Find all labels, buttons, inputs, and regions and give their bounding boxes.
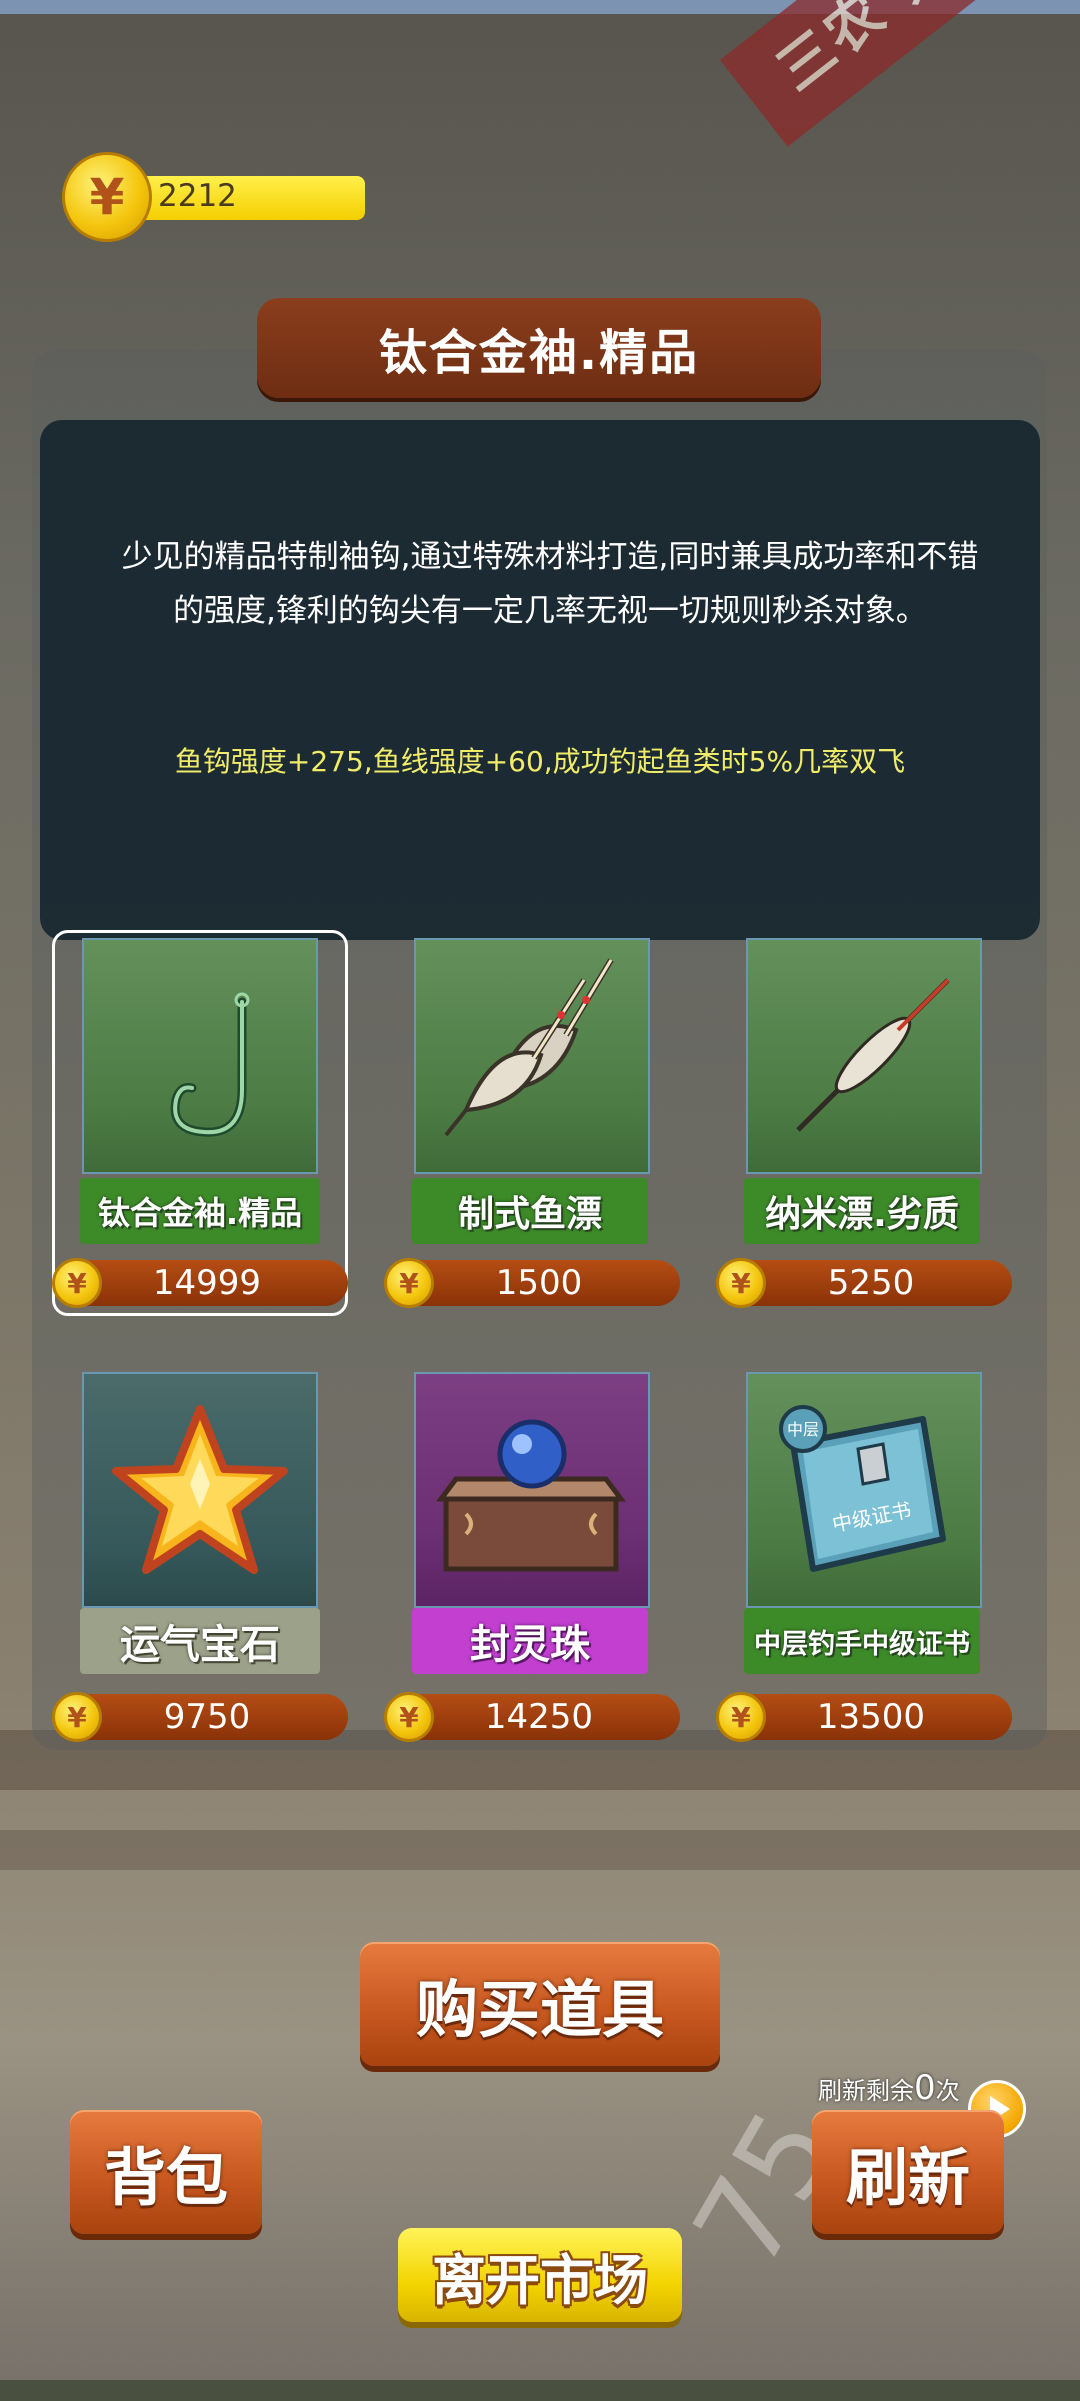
item-price: 14999: [66, 1260, 348, 1306]
nano-float-icon: [796, 978, 950, 1132]
shop-item-card[interactable]: [82, 938, 318, 1174]
yuan-coin-icon: ¥: [384, 1692, 434, 1742]
bottom-strip: [0, 2380, 1080, 2401]
refresh-button[interactable]: 刷新: [812, 2110, 1004, 2234]
bag-button[interactable]: 背包: [70, 2110, 262, 2234]
cart-board: [0, 1830, 1080, 1870]
item-name: 封灵珠: [412, 1608, 648, 1674]
star-gem-icon: [112, 1405, 288, 1574]
item-name: 纳米漂.劣质: [744, 1178, 980, 1244]
item-price: 13500: [730, 1694, 1012, 1740]
shop-item-card[interactable]: 中层 中级证书: [746, 1372, 982, 1608]
currency-amount: 2212: [158, 178, 237, 214]
leave-market-button[interactable]: 离开市场: [398, 2228, 682, 2322]
description-panel: [40, 420, 1040, 940]
item-price: 9750: [66, 1694, 348, 1740]
shop-item-card[interactable]: [82, 1372, 318, 1608]
currency-bar: [115, 176, 365, 220]
fishing-float-pair-icon: [444, 958, 614, 1137]
yuan-coin-icon: ¥: [716, 1692, 766, 1742]
item-name: 运气宝石: [80, 1608, 320, 1674]
item-name: 中层钓手中级证书: [744, 1608, 980, 1674]
item-price: 1500: [398, 1260, 680, 1306]
treasure-box-orb-icon: [436, 1419, 626, 1572]
refresh-remaining-count: 0: [914, 2068, 936, 2108]
fish-hook-icon: [170, 992, 250, 1137]
refresh-remaining-label: 刷新剩余0次: [818, 2068, 960, 2108]
item-effect: 鱼钩强度+275,鱼线强度+60,成功钓起鱼类时5%几率双飞: [174, 745, 906, 778]
item-description: 少见的精品特制袖钩,通过特殊材料打造,同时兼具成功率和不错的强度,锋利的钩尖有一…: [121, 539, 979, 629]
yuan-coin-icon: ¥: [62, 152, 152, 242]
item-name: 制式鱼漂: [412, 1178, 648, 1244]
shop-item-card[interactable]: [414, 938, 650, 1174]
shop-item-card[interactable]: [746, 938, 982, 1174]
yuan-coin-icon: ¥: [716, 1258, 766, 1308]
yuan-coin-icon: ¥: [52, 1692, 102, 1742]
yuan-coin-icon: ¥: [52, 1258, 102, 1308]
item-price: 5250: [730, 1260, 1012, 1306]
yuan-coin-icon: ¥: [384, 1258, 434, 1308]
shop-item-card[interactable]: [414, 1372, 650, 1608]
background-banner: 三农 共同富: [720, 0, 1080, 147]
item-title: 钛合金袖.精品: [257, 298, 821, 398]
item-name: 钛合金袖.精品: [80, 1178, 320, 1244]
svg-text:中层: 中层: [787, 1420, 819, 1439]
certificate-book-icon: 中层 中级证书: [779, 1405, 946, 1572]
buy-item-button[interactable]: 购买道具: [360, 1942, 720, 2066]
item-price: 14250: [398, 1694, 680, 1740]
